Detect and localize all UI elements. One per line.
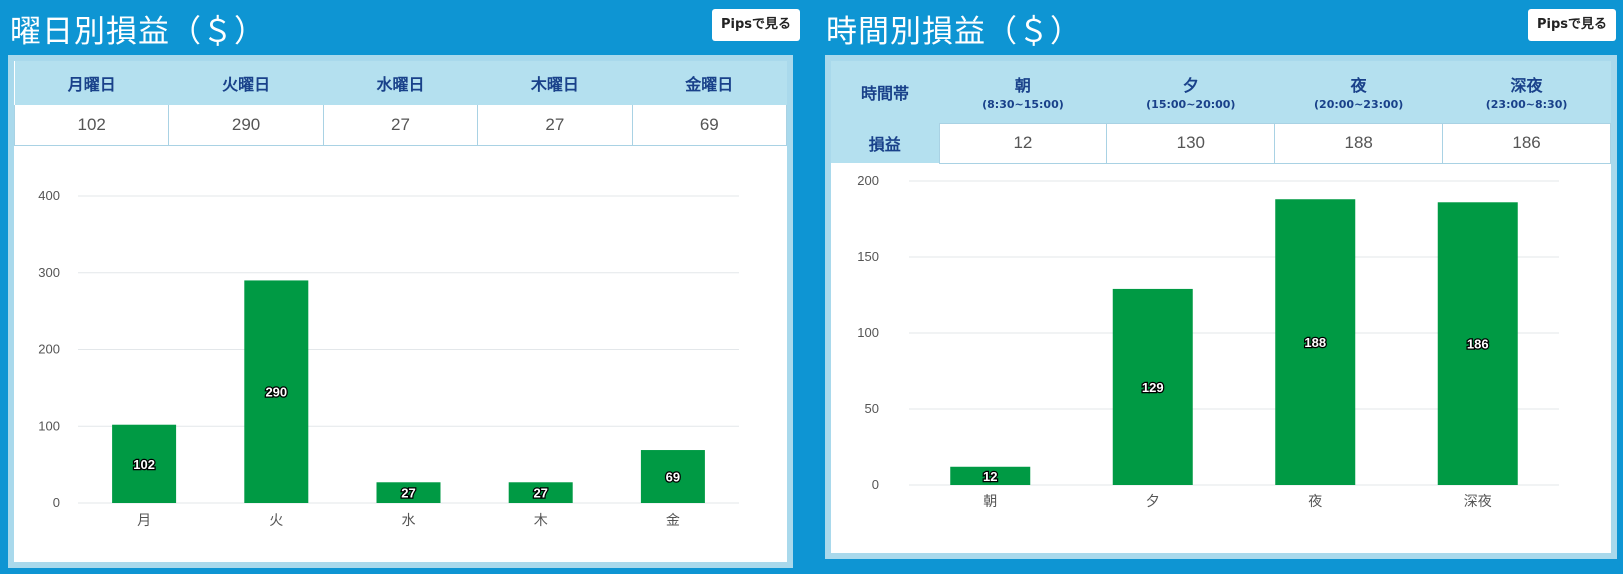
- y-tick-label: 400: [38, 188, 60, 203]
- time-header-label: 朝: [1014, 76, 1031, 96]
- x-category-label: 金: [666, 512, 680, 528]
- time-value-night: 188: [1274, 122, 1444, 164]
- time-header-morning: 朝 (8:30~15:00): [939, 61, 1107, 123]
- y-tick-label: 0: [872, 477, 879, 492]
- bar-data-label: 186: [1467, 336, 1489, 351]
- bar-data-label: 27: [533, 485, 547, 500]
- weekday-card: 月曜日 火曜日 水曜日 木曜日 金曜日 102 290 27 27 69 0 10…: [8, 55, 793, 568]
- time-header-label: 深夜: [1510, 76, 1543, 96]
- time-table: 時間帯 朝 (8:30~15:00) 夕 (15:00~20:00) 夜 (20:00…: [831, 61, 1611, 164]
- y-tick-label: 150: [857, 249, 879, 264]
- y-tick-label: 0: [53, 495, 60, 510]
- weekday-header-thu: 木曜日: [477, 61, 633, 105]
- time-header-evening: 夕 (15:00~20:00): [1106, 61, 1275, 123]
- weekday-value-fri: 69: [631, 105, 788, 146]
- time-header-range: (8:30~15:00): [982, 98, 1064, 112]
- y-tick-label: 200: [857, 173, 879, 188]
- bar-data-label: 129: [1142, 379, 1164, 394]
- time-value-row: 損益 12 130 188 186: [831, 122, 1611, 164]
- bar-data-label: 27: [401, 485, 415, 500]
- weekday-header-wed: 水曜日: [323, 61, 478, 105]
- bar-data-label: 12: [983, 468, 997, 483]
- time-panel-title: 時間別損益（＄）: [826, 14, 1082, 50]
- time-value-evening: 130: [1106, 122, 1276, 164]
- y-tick-label: 200: [38, 341, 60, 356]
- x-category-label: 夜: [1308, 493, 1322, 509]
- x-category-label: 月: [137, 512, 151, 528]
- bar-data-label: 188: [1304, 335, 1326, 350]
- x-category-label: 朝: [983, 493, 997, 509]
- weekday-value-mon: 102: [13, 105, 170, 146]
- weekday-header-mon: 月曜日: [14, 61, 169, 105]
- bar-data-label: 69: [666, 469, 680, 484]
- time-value-latenight: 186: [1442, 122, 1611, 164]
- weekday-panel-title: 曜日別損益（＄）: [10, 14, 266, 50]
- weekday-header-fri: 金曜日: [632, 61, 787, 105]
- y-tick-label: 100: [38, 418, 60, 433]
- x-category-label: 木: [534, 512, 548, 528]
- time-pips-button[interactable]: Pipsで見る: [1528, 9, 1617, 41]
- x-category-label: 深夜: [1464, 493, 1492, 509]
- time-header-label: 夜: [1350, 76, 1367, 96]
- weekday-value-wed: 27: [322, 105, 479, 146]
- time-bar-chart: 0 50 100 150 200 12 朝 129 夕 188 夜 186 深夜: [857, 173, 1559, 509]
- x-category-label: 火: [269, 512, 283, 528]
- weekday-header-tue: 火曜日: [168, 61, 324, 105]
- time-header-label: 夕: [1182, 76, 1199, 96]
- y-tick-label: 300: [38, 264, 60, 279]
- time-header-range: (20:00~23:00): [1314, 98, 1404, 112]
- time-card: 時間帯 朝 (8:30~15:00) 夕 (15:00~20:00) 夜 (20:00…: [825, 55, 1617, 559]
- time-header-latenight: 深夜 (23:00~8:30): [1442, 61, 1611, 123]
- time-row-header-pl: 損益: [831, 123, 939, 163]
- x-category-label: 夕: [1146, 493, 1160, 509]
- weekday-header-row: 月曜日 火曜日 水曜日 木曜日 金曜日: [14, 61, 787, 105]
- bar-data-label: 290: [265, 384, 287, 399]
- time-header-night: 夜 (20:00~23:00): [1274, 61, 1443, 123]
- weekday-value-row: 102 290 27 27 69: [13, 105, 788, 146]
- weekday-table: 月曜日 火曜日 水曜日 木曜日 金曜日 102 290 27 27 69: [13, 61, 788, 146]
- weekday-bar-chart: 0 100 200 300 400 102 月 290 火 27 水 27 木 69 金: [38, 188, 739, 528]
- time-header-range: (15:00~20:00): [1146, 98, 1236, 112]
- time-value-morning: 12: [938, 122, 1108, 164]
- time-panel: 時間別損益（＄） Pipsで見る 時間帯 朝 (8:30~15:00) 夕 (15:…: [816, 0, 1623, 574]
- weekday-pips-button[interactable]: Pipsで見る: [712, 9, 801, 41]
- time-row-header-period: 時間帯: [831, 61, 939, 123]
- weekday-value-tue: 290: [168, 105, 324, 146]
- time-header-range: (23:00~8:30): [1485, 98, 1568, 112]
- bar-data-label: 102: [133, 456, 155, 471]
- y-tick-label: 50: [865, 401, 879, 416]
- x-category-label: 水: [402, 512, 416, 528]
- y-tick-label: 100: [857, 325, 879, 340]
- time-header-row: 時間帯 朝 (8:30~15:00) 夕 (15:00~20:00) 夜 (20:00…: [831, 61, 1611, 123]
- weekday-panel: 曜日別損益（＄） Pipsで見る 月曜日 火曜日 水曜日 木曜日 金曜日 102…: [0, 0, 801, 574]
- weekday-value-thu: 27: [477, 105, 633, 146]
